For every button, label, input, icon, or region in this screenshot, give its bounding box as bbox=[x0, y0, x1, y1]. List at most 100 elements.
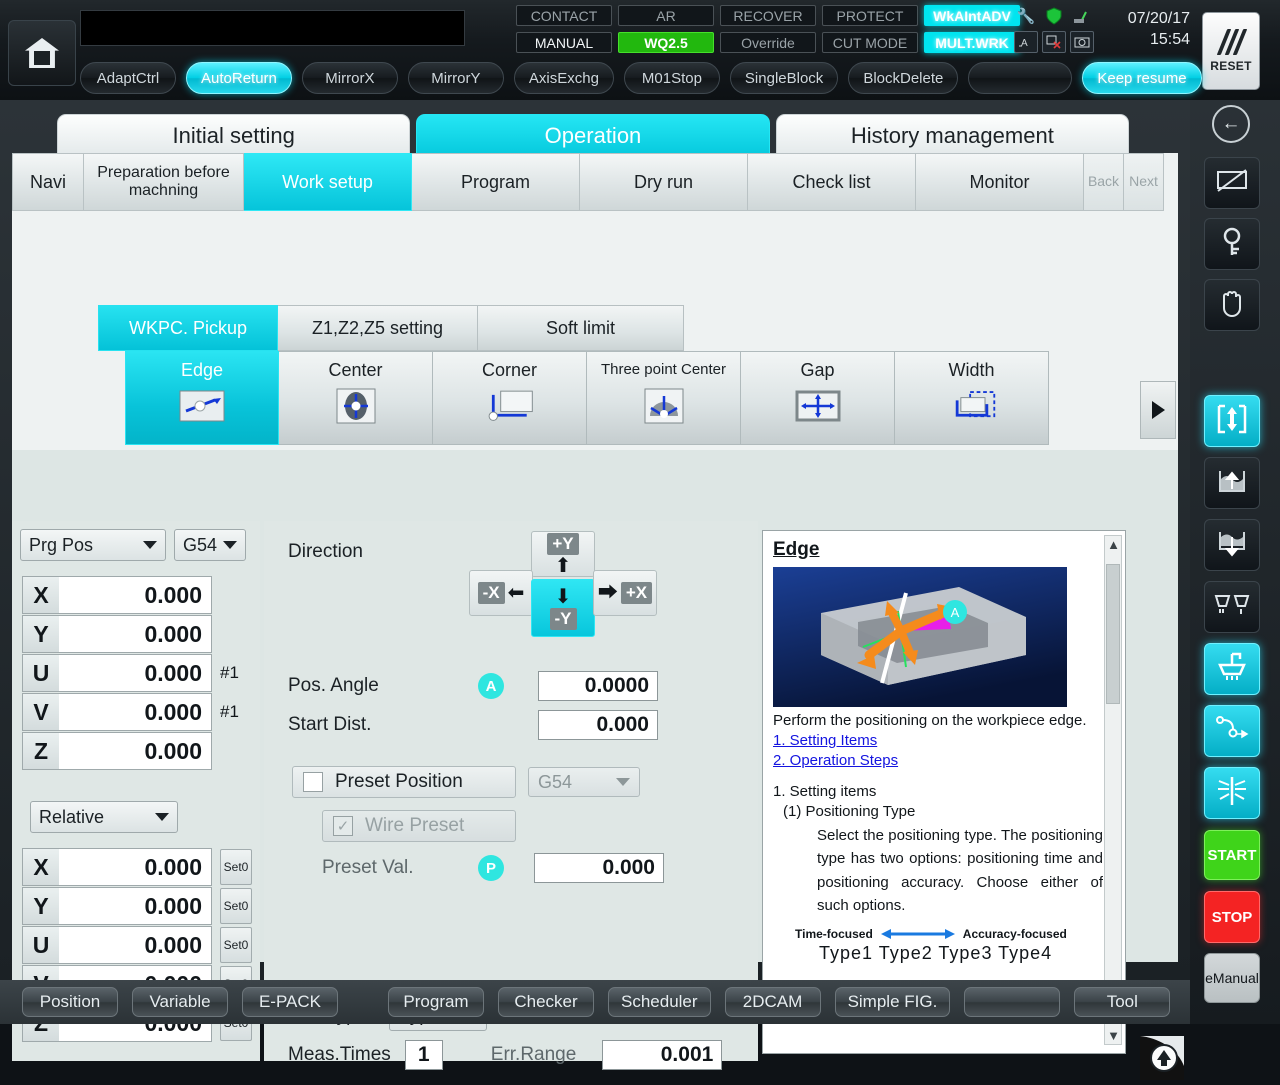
scrollbar-thumb[interactable] bbox=[1106, 564, 1120, 704]
start-dist-input[interactable]: 0.000 bbox=[538, 710, 658, 740]
tab-z-setting[interactable]: Z1,Z2,Z5 setting bbox=[278, 305, 478, 351]
preset-position-checkbox[interactable]: Preset Position bbox=[292, 766, 516, 798]
wrench-icon[interactable]: 🔧 bbox=[1014, 5, 1038, 27]
sub-tab-work-setup[interactable]: Work setup bbox=[244, 153, 412, 211]
start-button[interactable]: START bbox=[1204, 830, 1260, 880]
pickup-corner-button[interactable]: Corner bbox=[433, 351, 587, 445]
back-button[interactable]: ← bbox=[1212, 105, 1250, 143]
sub-tab-monitor[interactable]: Monitor bbox=[916, 153, 1084, 211]
func-singleblock[interactable]: SingleBlock bbox=[730, 62, 838, 94]
direction-minus-x-button[interactable]: -X ⬅ bbox=[469, 570, 533, 616]
pickup-center-button[interactable]: Center bbox=[279, 351, 433, 445]
axis-v-field[interactable]: V 0.000 bbox=[22, 693, 212, 731]
window-close-icon[interactable] bbox=[1042, 31, 1066, 53]
shield-icon[interactable] bbox=[1042, 5, 1066, 27]
axis-y-field[interactable]: Y 0.000 bbox=[22, 615, 212, 653]
scroll-to-top-button[interactable] bbox=[1140, 1036, 1184, 1080]
pickup-width-button[interactable]: Width bbox=[895, 351, 1049, 445]
sub-tab-back[interactable]: Back bbox=[1084, 153, 1124, 211]
two-tanks-button[interactable] bbox=[1204, 581, 1260, 633]
func-axisexchg[interactable]: AxisExchg bbox=[514, 62, 614, 94]
coord-system-select[interactable]: Prg Pos bbox=[20, 529, 166, 561]
screen-off-button[interactable] bbox=[1204, 157, 1260, 209]
rel-axis-u-field[interactable]: U 0.000 bbox=[22, 926, 212, 964]
help-link-operation-steps[interactable]: 2. Operation Steps bbox=[773, 752, 1103, 769]
spark-button[interactable] bbox=[1204, 767, 1260, 819]
func-adaptctrl[interactable]: AdaptCtrl bbox=[80, 62, 176, 94]
set-zero-y-button[interactable]: Set0 bbox=[220, 888, 252, 924]
reset-button[interactable]: RESET bbox=[1202, 12, 1260, 90]
home-button[interactable] bbox=[8, 20, 76, 86]
taskbar-position-button[interactable]: Position bbox=[22, 987, 118, 1017]
emanual-button[interactable]: eManual bbox=[1204, 953, 1260, 1003]
width-icon bbox=[946, 384, 998, 428]
func-empty[interactable] bbox=[968, 62, 1072, 94]
preset-val-input[interactable]: 0.000 bbox=[534, 853, 664, 883]
taskbar-tool-button[interactable]: Tool bbox=[1074, 987, 1170, 1017]
sub-tab-program[interactable]: Program bbox=[412, 153, 580, 211]
taskbar-simple-fig-button[interactable]: Simple FIG. bbox=[835, 987, 951, 1017]
tab-soft-limit[interactable]: Soft limit bbox=[478, 305, 684, 351]
pickup-three-point-center-button[interactable]: Three point Center bbox=[587, 351, 741, 445]
help-link-setting-items[interactable]: 1. Setting Items bbox=[773, 732, 1103, 749]
key-button[interactable] bbox=[1204, 218, 1260, 270]
help-scrollbar[interactable]: ▲ ▼ bbox=[1104, 535, 1122, 1045]
taskbar-checker-button[interactable]: Checker bbox=[498, 987, 594, 1017]
tank-updown-button[interactable] bbox=[1204, 395, 1260, 447]
taskbar-empty-button[interactable] bbox=[964, 987, 1060, 1017]
camera-icon[interactable] bbox=[1070, 31, 1094, 53]
sub-tab-preparation[interactable]: Preparation before machning bbox=[84, 153, 244, 211]
taskbar-variable-button[interactable]: Variable bbox=[132, 987, 228, 1017]
set-zero-x-button[interactable]: Set0 bbox=[220, 849, 252, 885]
tab-history-management[interactable]: History management bbox=[776, 114, 1129, 156]
tab-wkpc-pickup[interactable]: WKPC. Pickup bbox=[98, 305, 278, 351]
font-icon[interactable]: A bbox=[1014, 31, 1038, 53]
sub-tab-check-list[interactable]: Check list bbox=[748, 153, 916, 211]
tank-fill-button[interactable] bbox=[1204, 457, 1260, 509]
relative-mode-select[interactable]: Relative bbox=[30, 801, 178, 833]
tab-initial-setting[interactable]: Initial setting bbox=[57, 114, 410, 156]
func-autoreturn[interactable]: AutoReturn bbox=[186, 62, 292, 94]
wire-path-button[interactable] bbox=[1204, 705, 1260, 757]
rel-axis-y-field[interactable]: Y 0.000 bbox=[22, 887, 212, 925]
arrow-right-icon: ⮕ bbox=[598, 583, 618, 603]
tank-drain-button[interactable] bbox=[1204, 519, 1260, 571]
func-m01stop[interactable]: M01Stop bbox=[624, 62, 720, 94]
axis-z-field[interactable]: Z 0.000 bbox=[22, 732, 212, 770]
direction-plus-x-button[interactable]: ⮕ +X bbox=[593, 570, 657, 616]
chevron-up-icon[interactable]: ▲ bbox=[1107, 538, 1120, 551]
next-page-arrow-button[interactable] bbox=[1140, 381, 1176, 439]
axis-x-field[interactable]: X 0.000 bbox=[22, 576, 212, 614]
sub-tab-next[interactable]: Next bbox=[1124, 153, 1164, 211]
wire-preset-checkbox[interactable]: ✓ Wire Preset bbox=[322, 810, 516, 842]
func-mirrory[interactable]: MirrorY bbox=[408, 62, 504, 94]
taskbar-2dcam-button[interactable]: 2DCAM bbox=[725, 987, 821, 1017]
func-blockdelete[interactable]: BlockDelete bbox=[848, 62, 958, 94]
taskbar-program-button[interactable]: Program bbox=[388, 987, 484, 1017]
err-range-input[interactable]: 0.001 bbox=[602, 1040, 722, 1070]
direction-plus-y-button[interactable]: +Y ⬆ bbox=[531, 531, 595, 577]
pickup-edge-button[interactable]: Edge bbox=[125, 351, 279, 445]
meas-times-input[interactable]: 1 bbox=[405, 1040, 443, 1070]
pos-angle-input[interactable]: 0.0000 bbox=[538, 671, 658, 701]
preset-offset-select[interactable]: G54 bbox=[528, 767, 640, 797]
taskbar-scheduler-button[interactable]: Scheduler bbox=[608, 987, 711, 1017]
sub-tab-navi[interactable]: Navi bbox=[12, 153, 84, 211]
hand-button[interactable] bbox=[1204, 279, 1260, 331]
flush-button[interactable] bbox=[1204, 643, 1260, 695]
pickup-gap-button[interactable]: Gap bbox=[741, 351, 895, 445]
axis-u-field[interactable]: U 0.000 bbox=[22, 654, 212, 692]
home-icon bbox=[25, 38, 59, 68]
func-keep-resume[interactable]: Keep resume bbox=[1082, 62, 1201, 94]
plug-icon[interactable] bbox=[1070, 5, 1094, 27]
chevron-down-icon[interactable]: ▼ bbox=[1107, 1029, 1120, 1042]
work-offset-select[interactable]: G54 bbox=[174, 529, 246, 561]
stop-button[interactable]: STOP bbox=[1204, 891, 1260, 943]
direction-minus-y-button[interactable]: ⬇ -Y bbox=[531, 579, 595, 637]
rel-axis-x-field[interactable]: X 0.000 bbox=[22, 848, 212, 886]
taskbar-epack-button[interactable]: E-PACK bbox=[242, 987, 338, 1017]
tab-operation[interactable]: Operation bbox=[416, 114, 769, 156]
func-mirrorx[interactable]: MirrorX bbox=[302, 62, 398, 94]
set-zero-u-button[interactable]: Set0 bbox=[220, 927, 252, 963]
sub-tab-dry-run[interactable]: Dry run bbox=[580, 153, 748, 211]
